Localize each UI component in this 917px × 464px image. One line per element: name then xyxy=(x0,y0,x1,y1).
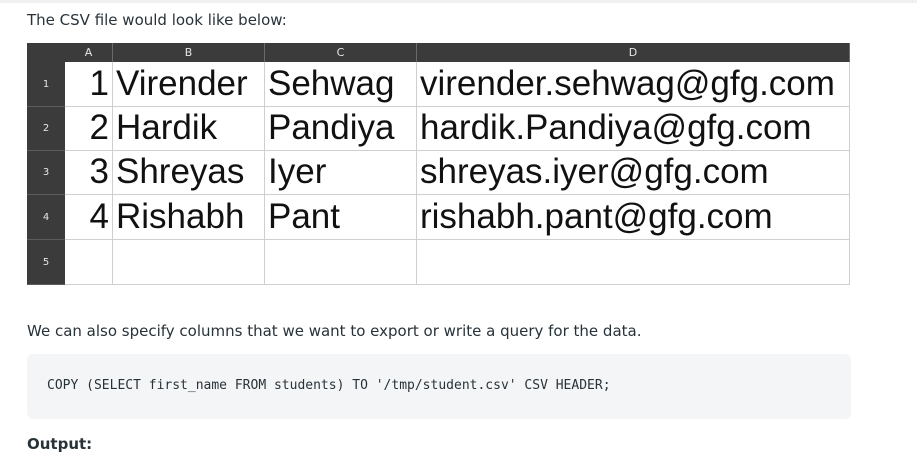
column-header-a: A xyxy=(65,43,113,62)
row-header-5: 5 xyxy=(27,240,65,285)
cell-c4-text: Pant xyxy=(268,197,340,236)
column-header-d: D xyxy=(417,43,850,62)
intro-text: The CSV file would look like below: xyxy=(27,11,287,29)
cell-d4-text: rishabh.pant@gfg.com xyxy=(420,197,773,236)
cell-b3-text: Shreyas xyxy=(116,152,245,191)
cell-b1-text: Virender xyxy=(116,64,248,103)
cell-c1: Sehwag xyxy=(265,62,417,107)
cell-a3-text: 3 xyxy=(89,152,109,191)
cell-c5 xyxy=(265,240,417,285)
cell-a4-text: 4 xyxy=(89,197,109,236)
body-paragraph: We can also specify columns that we want… xyxy=(27,322,642,340)
cell-a2-text: 2 xyxy=(89,108,109,147)
cell-a4: 4 xyxy=(65,195,113,240)
code-block[interactable]: COPY (SELECT first_name FROM students) T… xyxy=(27,354,851,419)
cell-b2: Hardik xyxy=(113,107,265,151)
cell-d1-text: virender.sehwag@gfg.com xyxy=(420,64,835,103)
row-header-1: 1 xyxy=(27,62,65,107)
cell-d3: shreyas.iyer@gfg.com xyxy=(417,151,850,195)
cell-d1: virender.sehwag@gfg.com xyxy=(417,62,850,107)
cell-d2: hardik.Pandiya@gfg.com xyxy=(417,107,850,151)
code-text[interactable]: COPY (SELECT first_name FROM students) T… xyxy=(47,378,611,393)
output-label: Output: xyxy=(27,435,93,453)
cell-d2-text: hardik.Pandiya@gfg.com xyxy=(420,108,812,147)
column-header-c: C xyxy=(265,43,417,62)
column-header-b: B xyxy=(113,43,265,62)
cell-b2-text: Hardik xyxy=(116,108,218,147)
cell-b1: Virender xyxy=(113,62,265,107)
row-header-3: 3 xyxy=(27,151,65,195)
cell-c2: Pandiya xyxy=(265,107,417,151)
top-divider xyxy=(0,0,917,3)
cell-a1-text: 1 xyxy=(89,64,109,103)
row-header-4: 4 xyxy=(27,195,65,240)
cell-d4: rishabh.pant@gfg.com xyxy=(417,195,850,240)
cell-d5 xyxy=(417,240,850,285)
cell-c1-text: Sehwag xyxy=(268,64,395,103)
cell-b4: Rishabh xyxy=(113,195,265,240)
cell-a2: 2 xyxy=(65,107,113,151)
cell-a3: 3 xyxy=(65,151,113,195)
cell-a1: 1 xyxy=(65,62,113,107)
cell-d3-text: shreyas.iyer@gfg.com xyxy=(420,152,769,191)
cell-a5 xyxy=(65,240,113,285)
cell-c3-text: Iyer xyxy=(268,152,327,191)
cell-c2-text: Pandiya xyxy=(268,108,395,147)
sheet-corner xyxy=(27,43,65,62)
cell-b4-text: Rishabh xyxy=(116,197,245,236)
cell-b3: Shreyas xyxy=(113,151,265,195)
spreadsheet-image: A B C D 1 2 3 4 5 1 Virender Sehwag vire… xyxy=(27,43,850,285)
cell-c3: Iyer xyxy=(265,151,417,195)
row-header-2: 2 xyxy=(27,107,65,151)
cell-c4: Pant xyxy=(265,195,417,240)
cell-b5 xyxy=(113,240,265,285)
